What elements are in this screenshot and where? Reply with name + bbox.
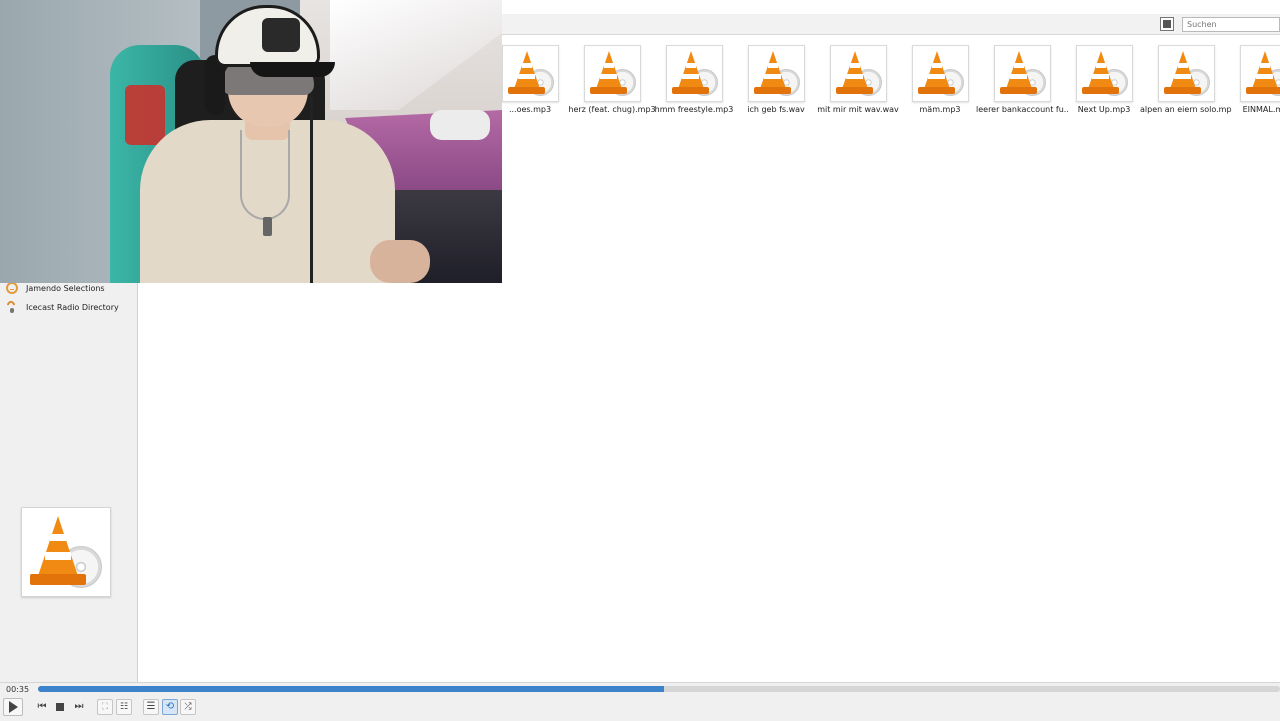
media-filename: mäm.mp3	[919, 105, 961, 114]
next-button[interactable]: ⏭	[71, 699, 87, 715]
fullscreen-button[interactable]: ⛶	[97, 699, 113, 715]
vlc-cone-icon	[1241, 46, 1280, 101]
vlc-cone-icon	[913, 46, 968, 101]
media-filename: EINMAL.mp3	[1242, 105, 1280, 114]
media-thumbnail	[1158, 45, 1215, 102]
media-item[interactable]: ich geb fs.wav	[730, 36, 812, 116]
vlc-cone-icon	[749, 46, 804, 101]
album-art	[21, 507, 111, 597]
loop-button[interactable]: ⟲	[162, 699, 178, 715]
playlist-button[interactable]: ☰	[143, 699, 159, 715]
media-item[interactable]: herz (feat. chug).mp3	[566, 36, 656, 116]
vlc-cone-icon	[585, 46, 640, 101]
media-filename: mit mir mit wav.wav	[817, 105, 899, 114]
media-thumbnail	[912, 45, 969, 102]
media-item[interactable]: hmm freestyle.mp3	[648, 36, 733, 116]
previous-button[interactable]: ⏮	[34, 699, 50, 715]
media-item[interactable]: Next Up.mp3	[1058, 36, 1140, 116]
sidebar-item-label: Jamendo Selections	[26, 283, 105, 293]
media-thumbnail	[584, 45, 641, 102]
seek-bar[interactable]	[38, 686, 1280, 692]
media-item[interactable]: mit mir mit wav.wav	[812, 36, 899, 116]
media-thumbnail	[748, 45, 805, 102]
view-mode-icon[interactable]	[1160, 17, 1174, 31]
elapsed-time: 00:35	[6, 685, 30, 694]
vlc-cone-icon	[667, 46, 722, 101]
stop-icon	[56, 703, 64, 711]
media-item[interactable]: mäm.mp3	[894, 36, 976, 116]
vlc-cone-icon	[831, 46, 886, 101]
next-icon: ⏭	[74, 701, 84, 712]
media-thumbnail	[830, 45, 887, 102]
media-filename: hmm freestyle.mp3	[654, 105, 734, 114]
media-thumbnail	[666, 45, 723, 102]
loop-icon: ⟲	[165, 701, 175, 712]
playlist-icon: ☰	[146, 701, 156, 712]
media-grid: ...oes.mp3 herz (feat. chug).mp3 hmm frees…	[500, 36, 1280, 136]
media-item[interactable]: leerer bankaccount fu...	[976, 36, 1068, 116]
sidebar-item-label: Icecast Radio Directory	[26, 302, 119, 312]
previous-icon: ⏮	[37, 701, 47, 712]
icecast-radio-icon	[6, 301, 18, 313]
media-filename: leerer bankaccount fu...	[976, 105, 1068, 114]
vlc-cone-icon	[22, 508, 110, 596]
search-input[interactable]	[1182, 17, 1280, 32]
media-item[interactable]: EINMAL.mp3	[1222, 36, 1280, 116]
media-filename: alpen an eiern solo.mp3	[1140, 105, 1232, 114]
webcam-overlay	[0, 0, 502, 283]
stop-button[interactable]	[52, 699, 68, 715]
media-thumbnail	[502, 45, 559, 102]
media-filename: ich geb fs.wav	[747, 105, 805, 114]
vlc-cone-icon	[1159, 46, 1214, 101]
shuffle-button[interactable]: ⤮	[180, 699, 196, 715]
play-button[interactable]	[3, 698, 23, 716]
media-thumbnail	[1076, 45, 1133, 102]
shuffle-icon: ⤮	[184, 701, 192, 712]
media-thumbnail	[1240, 45, 1280, 102]
media-thumbnail	[994, 45, 1051, 102]
vlc-cone-icon	[995, 46, 1050, 101]
vlc-cone-icon	[503, 46, 558, 101]
fullscreen-icon: ⛶	[101, 701, 109, 712]
media-filename: herz (feat. chug).mp3	[568, 105, 656, 114]
sidebar-item-icecast[interactable]: Icecast Radio Directory	[6, 299, 119, 315]
seek-bar-progress	[38, 686, 664, 692]
vlc-cone-icon	[1077, 46, 1132, 101]
media-item[interactable]: alpen an eiern solo.mp3	[1140, 36, 1232, 116]
equalizer-icon: ☷	[119, 701, 129, 712]
jamendo-icon	[6, 282, 18, 294]
equalizer-button[interactable]: ☷	[116, 699, 132, 715]
media-filename: Next Up.mp3	[1077, 105, 1131, 114]
play-icon	[8, 701, 18, 713]
